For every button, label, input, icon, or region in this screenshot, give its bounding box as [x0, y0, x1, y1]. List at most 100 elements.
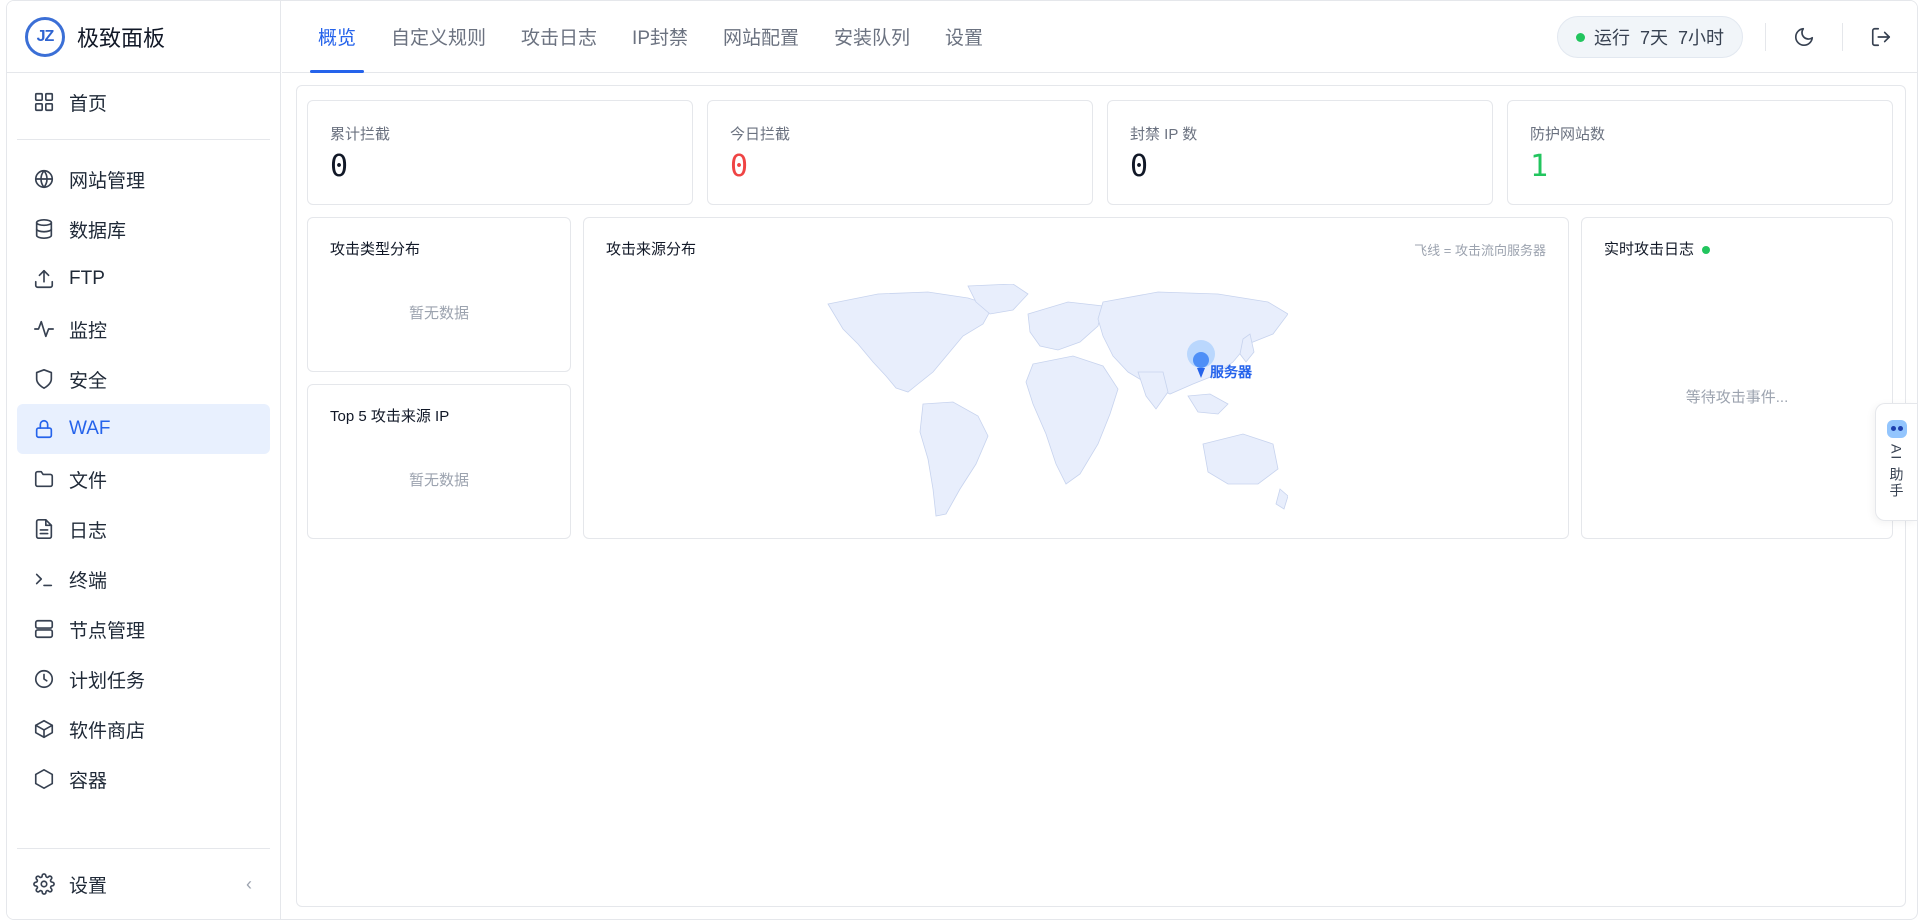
tab-site-config[interactable]: 网站配置 [723, 1, 799, 73]
status-dot [1575, 32, 1585, 42]
attack-types-card: 攻击类型分布 暂无数据 [307, 217, 571, 372]
empty-state: 暂无数据 [408, 305, 469, 322]
terminal-icon [33, 568, 55, 590]
logout-icon [1871, 27, 1891, 47]
app-title: 极致面板 [77, 25, 166, 51]
tab-overview[interactable]: 概览 [309, 1, 365, 73]
sidebar-item-settings[interactable]: 设置 ‹ [17, 859, 270, 909]
tab-ip-ban[interactable]: IP封禁 [632, 1, 688, 73]
stat-card-protected-sites: 防护网站数 1 [1507, 100, 1893, 205]
live-log-card: 实时攻击日志 等待攻击事件... [1581, 217, 1893, 539]
new-zealand [1275, 488, 1288, 510]
stat-card-today-blocked: 今日拦截 0 [707, 100, 1093, 205]
grid-icon [33, 91, 55, 113]
sidebar-item-label: 网站管理 [69, 170, 146, 192]
tab-install-queue[interactable]: 安装队列 [834, 1, 910, 73]
waf-tabs: 概览 自定义规则 攻击日志 IP封禁 网站配置 安装队列 设置 [309, 1, 1018, 73]
sidebar-item-logs[interactable]: 日志 [17, 504, 270, 554]
sidebar-item-security[interactable]: 安全 [17, 354, 270, 404]
app-window: JZ 极致面板 首页 网站管理 数据库 FTP 监控 安全 WAF 文件 日志 … [6, 0, 1918, 920]
south-america [919, 401, 989, 517]
collapse-sidebar-icon[interactable]: ‹ [246, 874, 252, 895]
north-america [827, 291, 994, 393]
sidebar-item-cron[interactable]: 计划任务 [17, 654, 270, 704]
robot-icon [1886, 420, 1907, 438]
card-title: Top 5 攻击来源 IP [330, 408, 450, 425]
live-indicator [1702, 246, 1711, 255]
file-text-icon [33, 518, 55, 540]
divider [1842, 23, 1843, 51]
sidebar-item-waf[interactable]: WAF [17, 404, 270, 454]
top-ips-card: Top 5 攻击来源 IP 暂无数据 [307, 384, 571, 539]
server-label: 服务器 [1210, 364, 1253, 380]
sidebar-item-store[interactable]: 软件商店 [17, 704, 270, 754]
stat-value: 1 [1530, 149, 1549, 184]
overview-panel: 累计拦截 0 今日拦截 0 封禁 IP 数 0 防护网站数 1 攻击类型分布 暂… [296, 85, 1906, 907]
ai-assistant-button[interactable]: AI 助手 [1875, 403, 1917, 521]
sidebar-item-label: 日志 [69, 520, 108, 542]
logout-button[interactable] [1865, 21, 1897, 53]
shield-icon [33, 368, 55, 390]
top-header: 概览 自定义规则 攻击日志 IP封禁 网站配置 安装队列 设置 运行 7天 7小… [282, 1, 1917, 73]
tab-attack-logs[interactable]: 攻击日志 [521, 1, 597, 73]
gear-icon [33, 873, 55, 895]
world-map[interactable]: 服务器 [818, 284, 1288, 524]
sidebar-item-terminal[interactable]: 终端 [17, 554, 270, 604]
ai-assistant-label: AI 助手 [1888, 444, 1905, 500]
sidebar-footer: 设置 ‹ [17, 848, 270, 919]
sidebar-nav: 首页 网站管理 数据库 FTP 监控 安全 WAF 文件 日志 终端 节点管理 … [7, 73, 280, 804]
sidebar-item-label: 文件 [69, 470, 108, 492]
india [1137, 371, 1169, 410]
activity-icon [33, 318, 55, 340]
stat-label: 防护网站数 [1530, 126, 1606, 143]
brand: JZ 极致面板 [7, 1, 280, 73]
sidebar-item-label: 数据库 [69, 220, 127, 242]
tab-custom-rules[interactable]: 自定义规则 [391, 1, 486, 73]
sidebar-item-label: 安全 [69, 370, 108, 392]
empty-state: 暂无数据 [408, 472, 469, 489]
sidebar-item-monitor[interactable]: 监控 [17, 304, 270, 354]
package-icon [33, 718, 55, 740]
sidebar-item-database[interactable]: 数据库 [17, 204, 270, 254]
sidebar-item-label: 设置 [69, 875, 108, 897]
app-logo: JZ [25, 16, 65, 57]
sidebar-item-files[interactable]: 文件 [17, 454, 270, 504]
hexagon-icon [33, 768, 55, 790]
uptime-badge: 运行 7天 7小时 [1556, 16, 1743, 58]
sidebar: JZ 极致面板 首页 网站管理 数据库 FTP 监控 安全 WAF 文件 日志 … [7, 1, 281, 919]
theme-toggle-button[interactable] [1788, 21, 1820, 53]
africa [1025, 355, 1119, 485]
sidebar-item-label: 软件商店 [69, 720, 146, 742]
clock-icon [33, 668, 55, 690]
sidebar-item-label: 节点管理 [69, 620, 146, 642]
stat-card-total-blocked: 累计拦截 0 [307, 100, 693, 205]
stat-value: 0 [1130, 149, 1149, 184]
sidebar-item-label: WAF [69, 418, 111, 439]
sidebar-item-label: FTP [69, 268, 105, 289]
stat-label: 今日拦截 [730, 126, 791, 143]
map-legend-hint: 飞线 = 攻击流向服务器 [1414, 243, 1546, 258]
stat-value: 0 [330, 149, 349, 184]
sidebar-item-label: 计划任务 [69, 670, 146, 692]
sidebar-item-ftp[interactable]: FTP [17, 254, 270, 304]
attack-map-card: 攻击来源分布 飞线 = 攻击流向服务器 服务器 [583, 217, 1569, 539]
server-icon [33, 618, 55, 640]
continents [827, 284, 1288, 517]
stat-value: 0 [730, 149, 749, 184]
uptime-text: 运行 7天 7小时 [1593, 28, 1724, 48]
southeast-asia [1187, 393, 1229, 415]
stat-label: 封禁 IP 数 [1130, 126, 1198, 143]
header-actions: 运行 7天 7小时 [1556, 1, 1897, 73]
sidebar-item-containers[interactable]: 容器 [17, 754, 270, 804]
folder-icon [33, 468, 55, 490]
card-title: 攻击来源分布 [606, 241, 697, 258]
sidebar-item-home[interactable]: 首页 [17, 77, 270, 127]
tab-settings[interactable]: 设置 [945, 1, 983, 73]
live-log-title: 实时攻击日志 [1604, 241, 1695, 258]
empty-state: 等待攻击事件... [1685, 389, 1789, 406]
database-icon [33, 218, 55, 240]
europe [1027, 301, 1104, 351]
stat-card-banned-ips: 封禁 IP 数 0 [1107, 100, 1493, 205]
sidebar-item-websites[interactable]: 网站管理 [17, 154, 270, 204]
sidebar-item-nodes[interactable]: 节点管理 [17, 604, 270, 654]
